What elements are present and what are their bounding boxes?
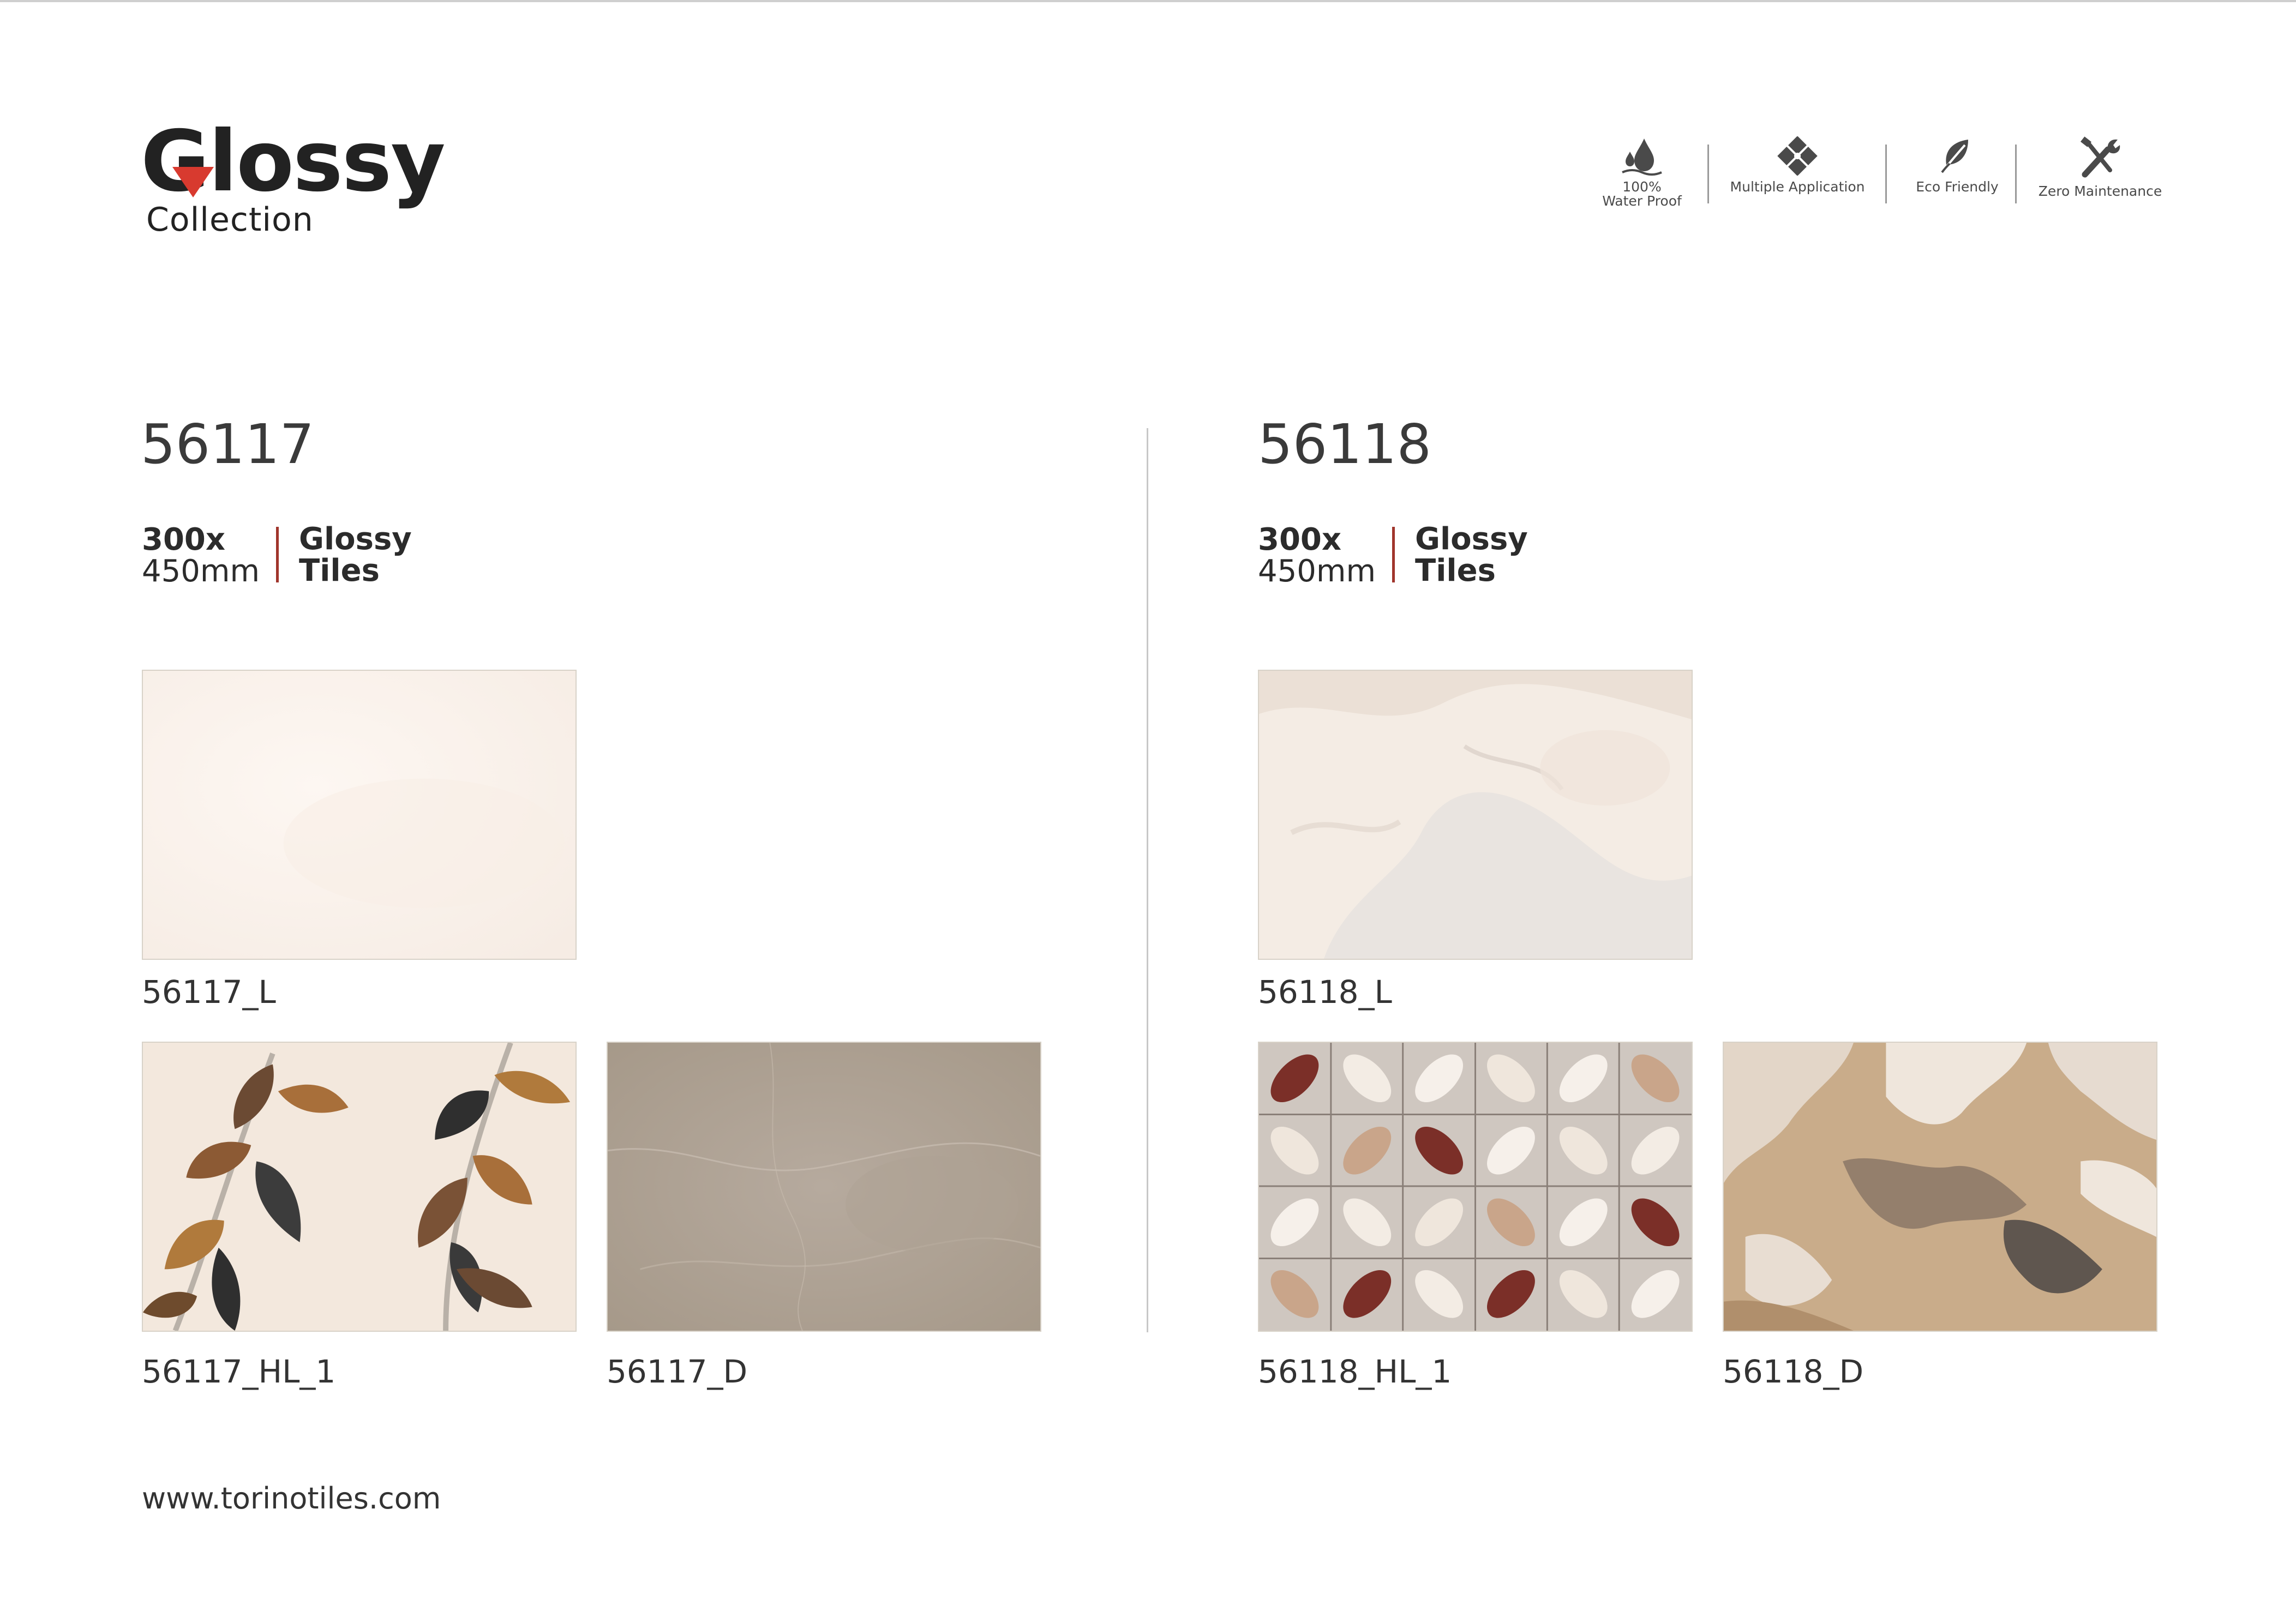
brand-subtitle: Collection — [146, 201, 314, 239]
website-link[interactable]: www.torinotiles.com — [142, 1481, 441, 1516]
product-type-line2: Tiles — [299, 553, 380, 588]
product-code: 56118 — [1258, 412, 1432, 476]
feature-separator — [2015, 145, 2017, 203]
feature-label-line2: Water Proof — [1602, 193, 1682, 209]
product-size-line2: 450mm — [142, 554, 260, 589]
top-border — [0, 0, 2296, 2]
feature-label-line2: Multiple Application — [1730, 179, 1865, 195]
product-size-line2: 450mm — [1258, 554, 1376, 589]
feature-zero-maintenance: Zero Maintenance — [2035, 136, 2166, 199]
spec-divider — [1392, 527, 1395, 582]
product-size-line1: 300x — [142, 522, 226, 557]
tile-label: 56118_L — [1258, 973, 1392, 1011]
logo-g-mark: Glossy — [141, 120, 446, 204]
feature-label-line1: 100% — [1622, 179, 1662, 195]
tile-image-dark — [607, 1042, 1041, 1332]
feature-water-proof: 100% Water Proof — [1598, 136, 1686, 209]
tile-image-highlighter — [1258, 1042, 1693, 1332]
feature-separator — [1707, 145, 1709, 203]
tile-label: 56117_D — [607, 1353, 748, 1390]
tile-image-light — [142, 670, 577, 960]
column-divider — [1147, 428, 1148, 1332]
tile-label: 56117_HL_1 — [142, 1353, 336, 1390]
feature-multiple-application: Multiple Application — [1729, 136, 1866, 194]
wrench-screwdriver-icon — [2081, 136, 2120, 178]
tile-label: 56117_L — [142, 973, 276, 1011]
spec-divider — [276, 527, 279, 582]
water-drop-icon — [1622, 139, 1662, 176]
product-type-line2: Tiles — [1415, 553, 1496, 588]
feature-separator — [1885, 145, 1887, 203]
product-type-line1: Glossy — [1415, 521, 1528, 557]
logo-red-triangle — [172, 167, 214, 197]
multi-tile-icon — [1777, 136, 1818, 176]
leaf-icon — [1941, 140, 1968, 173]
tile-image-light — [1258, 670, 1693, 960]
tile-image-highlighter — [142, 1042, 577, 1332]
tile-label: 56118_D — [1723, 1353, 1864, 1390]
tile-label: 56118_HL_1 — [1258, 1353, 1452, 1390]
feature-label-line2: Zero Maintenance — [2038, 183, 2162, 199]
feature-label-line2: Eco Friendly — [1916, 179, 1999, 195]
product-size-line1: 300x — [1258, 522, 1342, 557]
brand-logo: Glossy — [141, 120, 446, 204]
feature-eco-friendly: Eco Friendly — [1903, 136, 2012, 194]
tile-image-dark — [1723, 1042, 2157, 1332]
product-code: 56117 — [141, 412, 315, 476]
product-type-line1: Glossy — [299, 521, 412, 557]
